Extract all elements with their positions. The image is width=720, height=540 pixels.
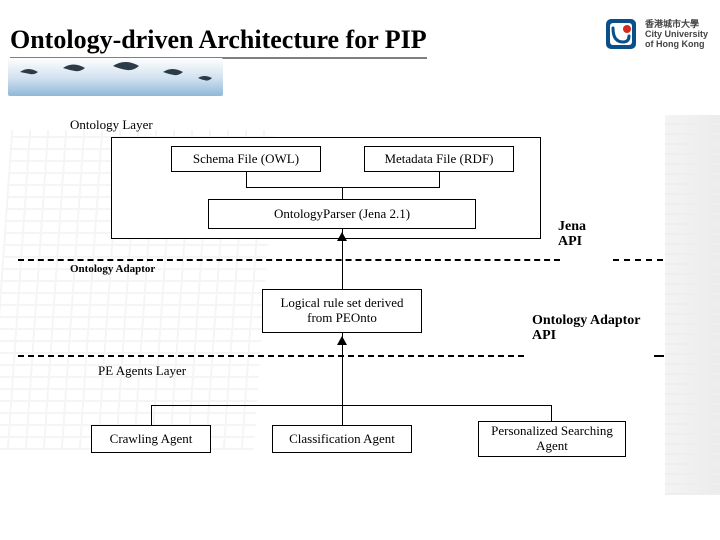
university-logo-block: 香港城市大學 City University of Hong Kong bbox=[605, 18, 708, 52]
pe-agents-layer-label: PE Agents Layer bbox=[98, 363, 186, 379]
connector bbox=[342, 187, 343, 199]
architecture-diagram: Ontology Layer Schema File (OWL) Metadat… bbox=[66, 115, 654, 495]
connector bbox=[439, 172, 440, 187]
arrowhead-up-icon bbox=[337, 336, 347, 345]
ontology-parser-box: OntologyParser (Jena 2.1) bbox=[208, 199, 476, 229]
jena-api-label: Jena API bbox=[558, 219, 586, 250]
crawling-agent-box: Crawling Agent bbox=[91, 425, 211, 453]
logical-rule-set-box: Logical rule set derived from PEOnto bbox=[262, 289, 422, 333]
layer-separator-dashed bbox=[654, 355, 664, 357]
classification-agent-box: Classification Agent bbox=[272, 425, 412, 453]
layer-separator-dashed bbox=[613, 259, 663, 261]
arrowhead-up-icon bbox=[337, 232, 347, 241]
connector bbox=[151, 405, 152, 425]
university-name-en-line2: of Hong Kong bbox=[645, 40, 708, 50]
connector-bus bbox=[151, 405, 551, 406]
connector bbox=[342, 405, 343, 425]
slide-title: Ontology-driven Architecture for PIP bbox=[10, 25, 427, 59]
schema-file-box: Schema File (OWL) bbox=[171, 146, 321, 172]
ontology-adaptor-api-label: Ontology Adaptor API bbox=[532, 313, 641, 344]
layer-separator-dashed bbox=[18, 259, 560, 261]
cityu-logo-icon bbox=[605, 18, 639, 52]
connector bbox=[246, 187, 440, 188]
decorative-birds-image bbox=[8, 58, 223, 96]
ontology-adaptor-layer-label: Ontology Adaptor bbox=[70, 263, 155, 275]
ontology-layer-label: Ontology Layer bbox=[70, 117, 153, 133]
connector bbox=[246, 172, 247, 187]
personalized-searching-agent-box: Personalized Searching Agent bbox=[478, 421, 626, 457]
layer-separator-dashed bbox=[18, 355, 524, 357]
metadata-file-box: Metadata File (RDF) bbox=[364, 146, 514, 172]
background-building-image-right bbox=[665, 115, 720, 495]
